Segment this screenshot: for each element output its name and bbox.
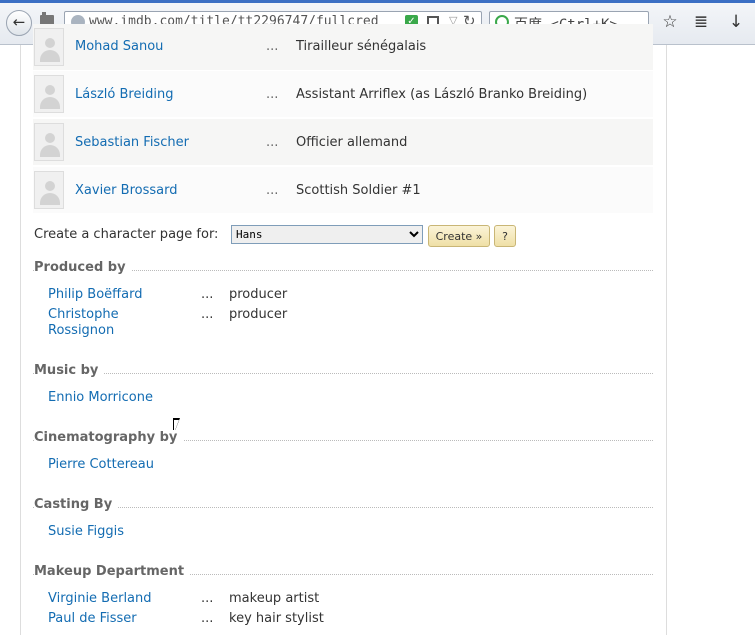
cast-name-link[interactable]: Xavier Brossard — [75, 183, 177, 198]
cast-row: László Breiding ... Assistant Arriflex (… — [33, 71, 653, 117]
character-page-form: Create a character page for: Hans Create… — [33, 225, 653, 251]
cast-character: Assistant Arriflex (as László Branko Bre… — [296, 87, 588, 102]
crew-name-link[interactable]: Philip Boëffard — [48, 287, 188, 303]
cast-character: Officier allemand — [296, 135, 408, 150]
section-divider — [33, 373, 653, 374]
crew-dots: ... — [201, 591, 214, 606]
crew-name-link[interactable]: Virginie Berland — [48, 591, 188, 607]
cast-row: Sebastian Fischer ... Officier allemand — [33, 119, 653, 165]
section-header-cinematography: Cinematography by — [33, 430, 653, 448]
reading-list-icon[interactable]: ≣ — [691, 12, 711, 32]
create-button[interactable]: Create » — [428, 225, 490, 247]
character-select[interactable]: Hans — [231, 225, 423, 244]
section-title: Cinematography by — [34, 430, 184, 445]
crew-name-link[interactable]: Ennio Morricone — [48, 390, 188, 406]
crew-name-link[interactable]: Christophe Rossignon — [48, 307, 148, 339]
crew-name-link[interactable]: Paul de Fisser — [48, 611, 188, 627]
crew-name-link[interactable]: Susie Figgis — [48, 524, 188, 540]
cast-dots: ... — [266, 39, 279, 54]
section-title: Produced by — [34, 260, 132, 275]
help-button[interactable]: ? — [494, 225, 516, 247]
section-title: Music by — [34, 363, 105, 378]
section-title: Casting By — [34, 497, 119, 512]
crew-dots: ... — [201, 611, 214, 626]
crew-dots: ... — [201, 287, 214, 302]
section-title: Makeup Department — [34, 564, 191, 579]
character-page-label: Create a character page for: — [34, 227, 219, 242]
cast-character: Scottish Soldier #1 — [296, 183, 421, 198]
crew-dots: ... — [201, 307, 214, 322]
avatar[interactable] — [34, 123, 64, 161]
section-divider — [33, 507, 653, 508]
cast-character: Tirailleur sénégalais — [296, 39, 427, 54]
section-header-produced: Produced by — [33, 260, 653, 278]
crew-name-link[interactable]: Pierre Cottereau — [48, 457, 188, 473]
crew-role: key hair stylist — [229, 611, 324, 626]
crew-role: makeup artist — [229, 591, 320, 606]
section-header-casting: Casting By — [33, 497, 653, 515]
avatar[interactable] — [34, 28, 64, 66]
cast-name-link[interactable]: László Breiding — [75, 87, 173, 102]
avatar[interactable] — [34, 75, 64, 113]
cast-row: Xavier Brossard ... Scottish Soldier #1 — [33, 167, 653, 213]
back-button[interactable]: ← — [6, 10, 32, 36]
cast-row: Mohad Sanou ... Tirailleur sénégalais — [33, 24, 653, 70]
cast-name-link[interactable]: Mohad Sanou — [75, 39, 163, 54]
page-content: Mohad Sanou ... Tirailleur sénégalais Lá… — [20, 24, 667, 635]
title-bar-strip — [0, 0, 755, 3]
cast-name-link[interactable]: Sebastian Fischer — [75, 135, 189, 150]
download-icon[interactable]: ↓ — [726, 12, 746, 32]
crew-role: producer — [229, 307, 288, 322]
star-icon[interactable]: ☆ — [660, 12, 680, 32]
cast-dots: ... — [266, 87, 279, 102]
section-header-music: Music by — [33, 363, 653, 381]
cast-dots: ... — [266, 183, 279, 198]
back-arrow-icon: ← — [12, 13, 26, 31]
crew-role: producer — [229, 287, 288, 302]
cast-dots: ... — [266, 135, 279, 150]
section-header-makeup: Makeup Department — [33, 564, 653, 582]
avatar[interactable] — [34, 171, 64, 209]
